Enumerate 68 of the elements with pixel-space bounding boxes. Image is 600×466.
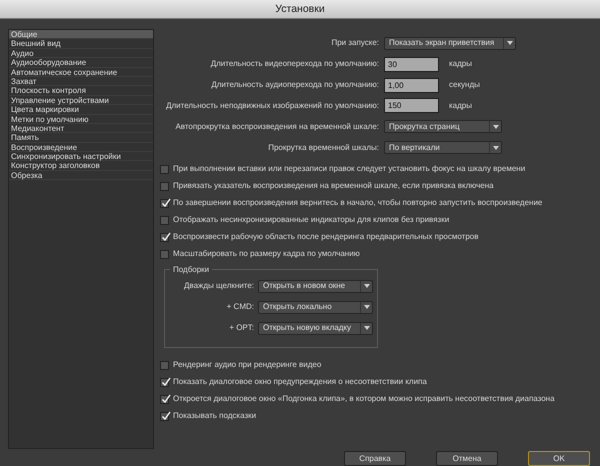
dropdown[interactable]: Открыть новую вкладку (258, 322, 373, 335)
dropdown[interactable]: Показать экран приветствия (384, 36, 516, 50)
caret-icon (492, 146, 498, 150)
checkbox[interactable] (160, 360, 169, 370)
sidebar-item[interactable]: Внешний вид (9, 39, 153, 49)
checkbox[interactable] (160, 164, 169, 174)
checkbox[interactable] (160, 250, 169, 259)
field-label: Длительность аудиоперехода по умолчанию: (210, 79, 380, 92)
field-label: Длительность неподвижных изображений по умолчанию: (165, 100, 380, 112)
checkbox-label: При выполнении вставки или перезаписи правок следует установить фокус на шкалу времени (173, 163, 526, 176)
checkbox-label: Откроется диалоговое окно «Подгонка клипа», в котором можно исправить несоответствия диапазона (173, 393, 555, 406)
checkbox-label: Масштабировать по размеру кадра по умолчанию (173, 248, 360, 260)
sidebar-item[interactable]: Обрезка (9, 170, 153, 180)
field-label: Длительность видеоперехода по умолчанию: (210, 58, 380, 70)
number-field[interactable]: 30 (384, 56, 439, 72)
checkbox-label: Показать диалоговое окно предупреждения о несоответствии клипа (173, 376, 427, 388)
number-field[interactable]: 150 (384, 98, 439, 114)
dialog-button[interactable]: OK (528, 450, 590, 466)
sidebar-item[interactable]: Захват (9, 76, 153, 86)
checkbox[interactable] (160, 182, 169, 191)
field-label: При запуске: (330, 37, 380, 50)
checkbox-label: Воспроизвести рабочую область после рендеринга предварительных просмотров (173, 231, 478, 244)
caret-icon (364, 305, 370, 310)
dropdown[interactable]: По вертикали (384, 141, 502, 154)
caret-icon (364, 326, 370, 330)
checkbox[interactable] (160, 232, 169, 242)
sidebar-item[interactable]: Цвета маркировки (9, 105, 153, 115)
sidebar-item[interactable]: Воспроизведение (9, 142, 153, 152)
field-label: Автопрокрутка воспроизведения на временной шкале: (174, 120, 380, 133)
number-field[interactable]: 1,00 (384, 78, 439, 93)
checkbox-label: Рендеринг аудио при рендеринге видео (173, 359, 322, 372)
caret-icon (492, 124, 498, 129)
field-label: Дважды щелкните: (183, 280, 255, 292)
sidebar-item[interactable]: Медиаконтент (9, 124, 153, 134)
unit-label: кадры (449, 100, 472, 112)
unit-label: секунды (449, 79, 480, 92)
sidebar-item[interactable]: Метки по умолчанию (9, 114, 153, 124)
sidebar-item[interactable]: Общие (9, 30, 153, 40)
window-title: Установки (0, 0, 600, 19)
checkbox[interactable] (160, 394, 169, 404)
sidebar-item[interactable]: Аудиооборудование (9, 58, 153, 68)
sidebar-item[interactable]: Память (9, 133, 153, 143)
dialog-button[interactable]: Справка (344, 450, 406, 466)
dropdown[interactable]: Открыть в новом окне (258, 280, 373, 293)
field-label: + OPT: (228, 322, 255, 334)
sidebar-item[interactable]: Управление устройствами (9, 96, 153, 106)
field-label: Прокрутка временной шкалы: (267, 142, 380, 154)
checkbox-label: Привязать указатель воспроизведения на временной шкале, если привязка включена (173, 180, 494, 192)
sidebar-item[interactable]: Аудио (9, 48, 153, 58)
checkbox-label: Показывать подсказки (173, 410, 256, 422)
sidebar-item[interactable]: Синхронизировать настройки (9, 152, 153, 162)
caret-icon (364, 284, 370, 288)
group-title: Подборки (170, 264, 212, 276)
checkbox[interactable] (160, 378, 169, 387)
checkbox[interactable] (160, 198, 169, 208)
checkbox[interactable] (160, 412, 169, 421)
dropdown[interactable]: Открыть локально (258, 300, 373, 314)
unit-label: кадры (449, 58, 472, 70)
sidebar-item[interactable]: Конструктор заголовков (9, 161, 153, 171)
dropdown[interactable]: Прокрутка страниц (384, 120, 502, 134)
checkbox-label: По завершении воспроизведения вернитесь в начало, чтобы повторно запустить воспроизведение (173, 197, 542, 210)
dialog-button[interactable]: Отмена (436, 450, 498, 466)
sidebar-item[interactable]: Автоматическое сохранение (9, 68, 153, 77)
field-label: + CMD: (226, 301, 255, 314)
caret-icon (506, 41, 512, 46)
sidebar-item[interactable]: Плоскость контроля (9, 86, 153, 96)
checkbox-label: Отображать несинхронизированные индикаторы для клипов без привязки (173, 214, 450, 226)
checkbox[interactable] (160, 216, 169, 225)
